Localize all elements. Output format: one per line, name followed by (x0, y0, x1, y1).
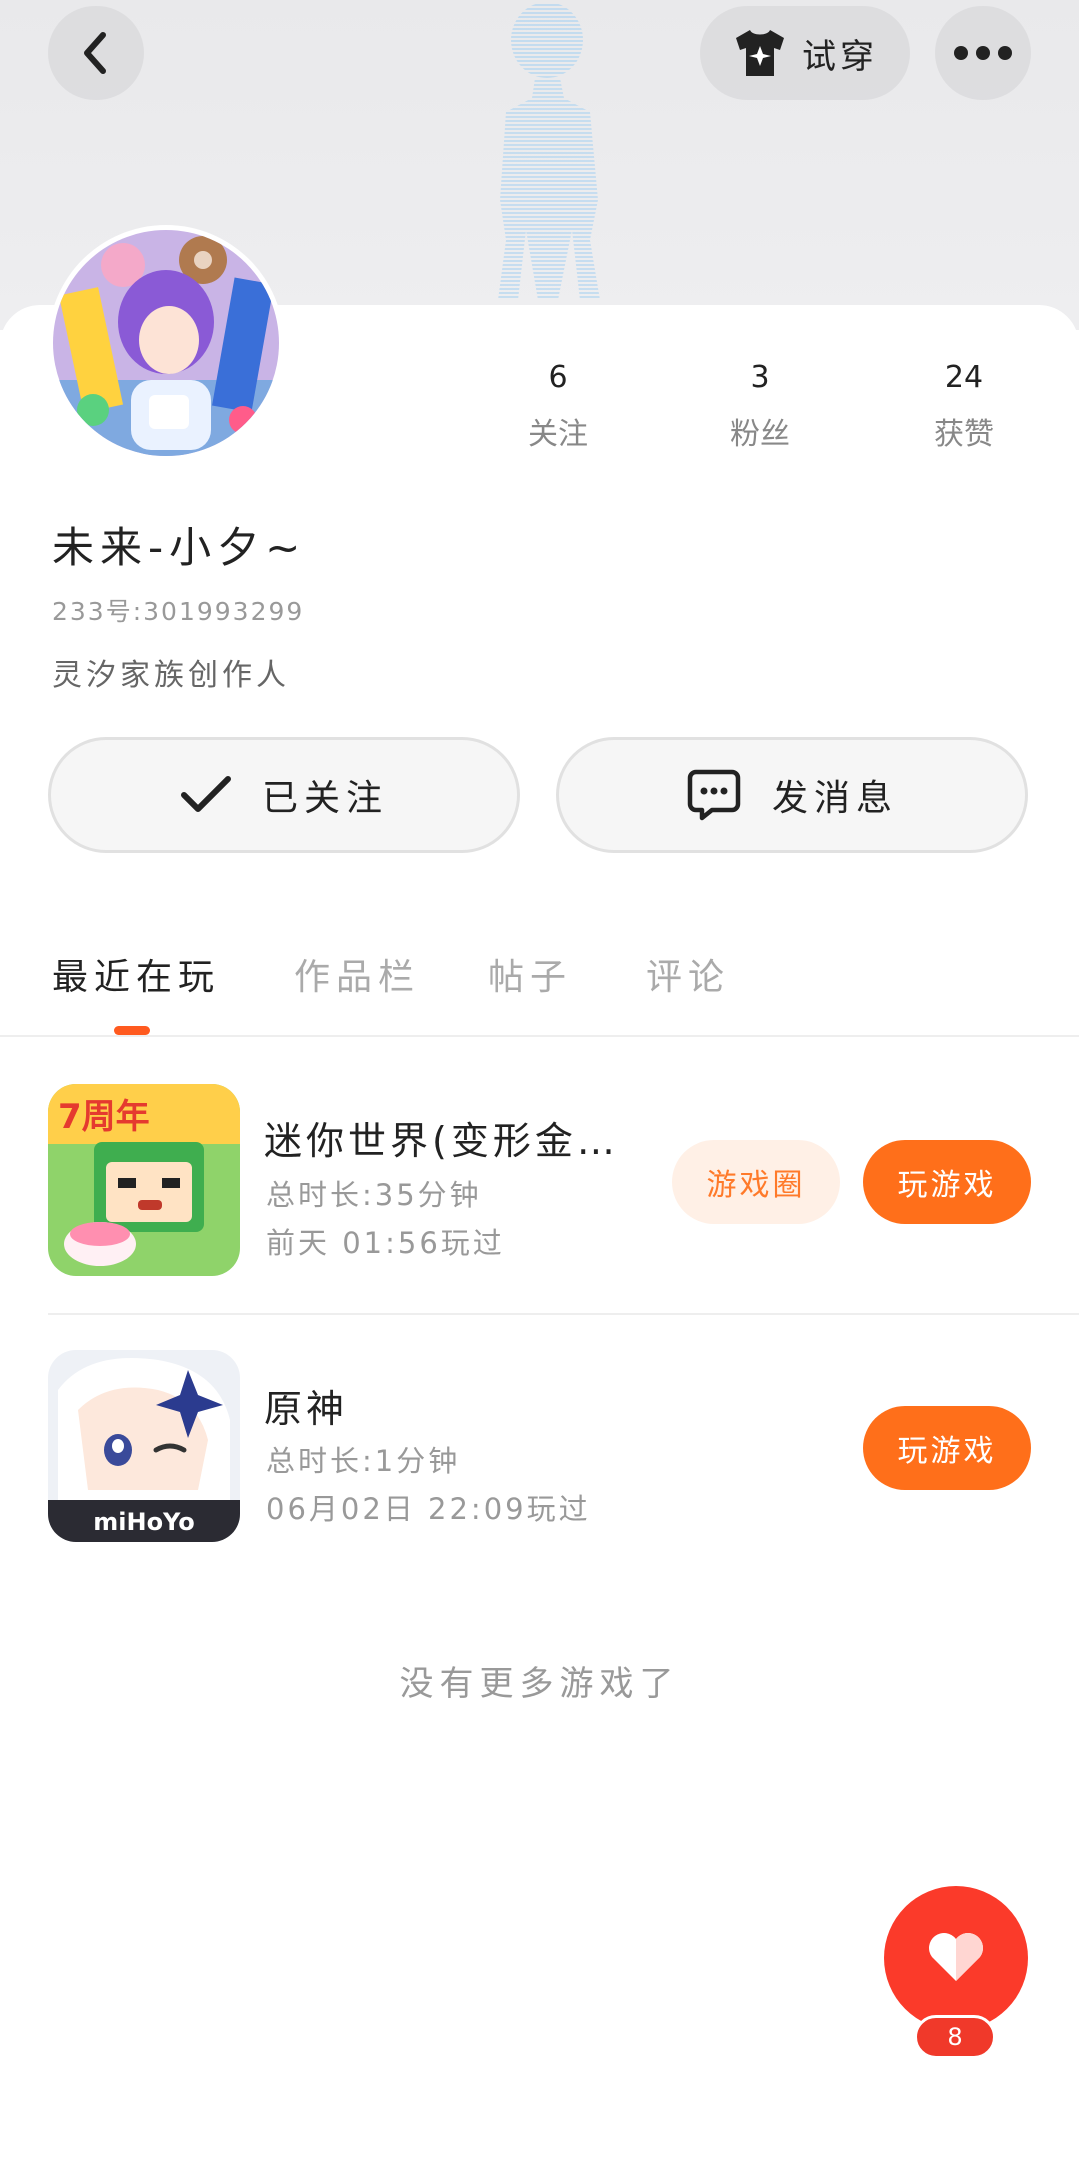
following-count: 6 (548, 360, 568, 395)
game-name[interactable]: 迷你世界(变形金… (264, 1110, 619, 1165)
more-button[interactable] (935, 6, 1031, 100)
like-button[interactable] (884, 1886, 1028, 2030)
try-on-label: 试穿 (802, 36, 878, 77)
icon-badge-text: miHoYo (93, 1508, 194, 1536)
tab-recently-played[interactable]: 最近在玩 (52, 948, 220, 1000)
game-circle-button[interactable]: 游戏圈 (672, 1140, 840, 1224)
message-button[interactable]: 发消息 (556, 737, 1028, 853)
play-game-button[interactable]: 玩游戏 (863, 1406, 1031, 1490)
tab-works[interactable]: 作品栏 (294, 948, 420, 1000)
check-icon (180, 776, 231, 812)
user-id: 233号:301993299 (52, 597, 305, 626)
likes-count: 24 (944, 360, 984, 395)
avatar-hologram (498, 2, 600, 300)
following-label: 关注 (528, 417, 588, 452)
tab-active-indicator (114, 1026, 150, 1035)
avatar-image (53, 230, 279, 456)
message-label: 发消息 (771, 778, 898, 819)
follow-button[interactable]: 已关注 (48, 737, 520, 853)
avatar[interactable] (48, 225, 284, 461)
tshirt-icon (736, 30, 784, 76)
game-icon-mini-world[interactable]: 7周年 (48, 1084, 240, 1276)
chevron-left-icon (84, 32, 106, 74)
heart-icon (929, 1933, 983, 1981)
game-playtime: 总时长:35分钟 (266, 1178, 482, 1212)
like-count-badge: 8 (914, 2015, 996, 2059)
tab-divider (0, 1035, 1079, 1037)
game-last-played: 06月02日 22:09玩过 (266, 1492, 591, 1526)
game-name[interactable]: 原神 (264, 1378, 348, 1433)
bio: 灵汐家族创作人 (52, 658, 290, 693)
game-last-played: 前天 01:56玩过 (266, 1226, 505, 1260)
follow-label: 已关注 (261, 778, 388, 819)
more-dots-icon (954, 46, 1012, 60)
fans-label: 粉丝 (730, 417, 790, 452)
row-divider (48, 1313, 1079, 1315)
chat-bubble-icon (687, 769, 741, 821)
fans-count: 3 (750, 360, 770, 395)
tab-posts[interactable]: 帖子 (488, 948, 572, 1000)
try-on-button[interactable]: 试穿 (700, 6, 910, 100)
nickname: 未来-小夕~ (52, 523, 307, 572)
stat-following[interactable]: 6 关注 (498, 360, 618, 453)
tab-comments[interactable]: 评论 (646, 948, 730, 1000)
stat-likes[interactable]: 24 获赞 (904, 360, 1024, 453)
game-playtime: 总时长:1分钟 (266, 1444, 461, 1478)
game-icon-genshin[interactable]: miHoYo (48, 1350, 240, 1542)
stat-fans[interactable]: 3 粉丝 (700, 360, 820, 453)
likes-label: 获赞 (934, 417, 994, 452)
back-button[interactable] (48, 6, 144, 100)
icon-badge-text: 7周年 (58, 1097, 150, 1137)
no-more-games-text: 没有更多游戏了 (399, 1664, 680, 1704)
play-game-button[interactable]: 玩游戏 (863, 1140, 1031, 1224)
